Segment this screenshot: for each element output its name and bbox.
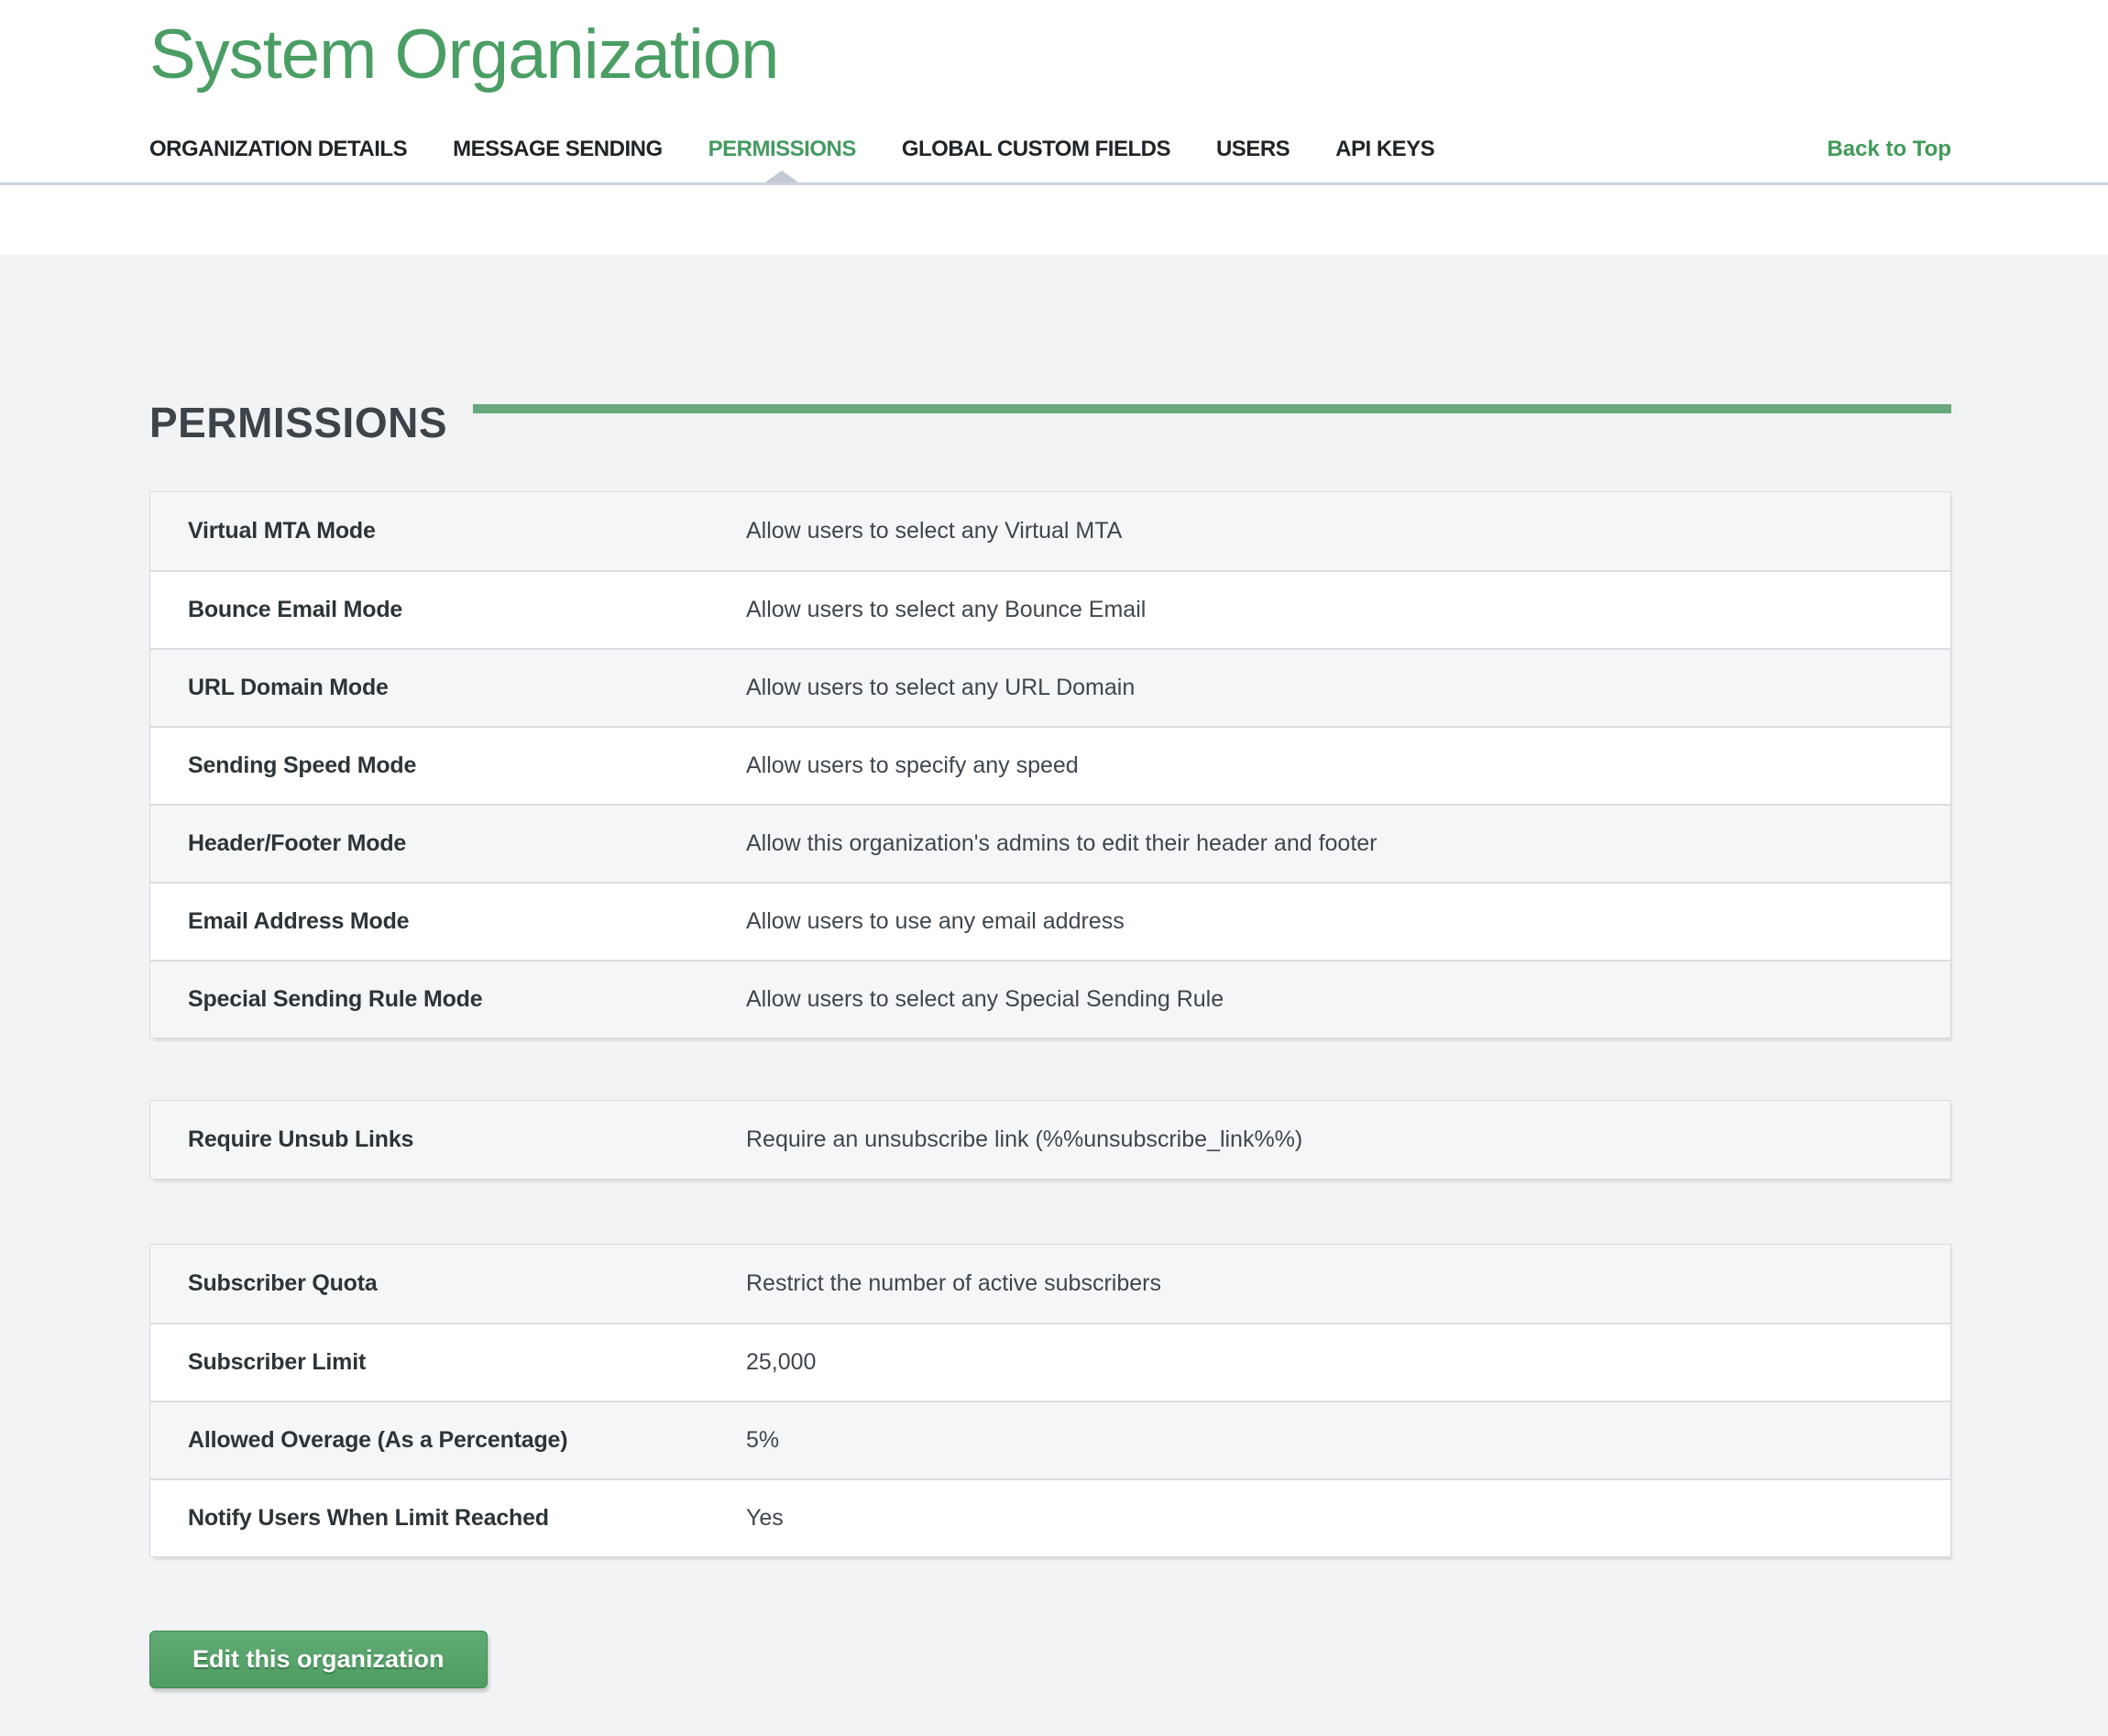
row-label: Virtual MTA Mode — [150, 518, 746, 544]
row-label: Header/Footer Mode — [150, 830, 746, 857]
row-value: Allow users to specify any speed — [746, 753, 1950, 779]
tab-permissions[interactable]: PERMISSIONS — [708, 134, 856, 165]
row-value: Allow users to select any URL Domain — [746, 675, 1950, 701]
back-to-top-link[interactable]: Back to Top — [1827, 134, 1951, 165]
row-label: Special Sending Rule Mode — [150, 986, 746, 1013]
header-divider — [0, 182, 2108, 185]
unsub-links-table: Require Unsub LinksRequire an unsubscrib… — [149, 1100, 1951, 1180]
table-row: Sending Speed ModeAllow users to specify… — [150, 726, 1950, 804]
tab-users[interactable]: USERS — [1216, 134, 1290, 165]
page-title: System Organization — [149, 18, 778, 92]
active-tab-caret-icon — [765, 170, 798, 182]
table-row: Subscriber QuotaRestrict the number of a… — [150, 1245, 1950, 1323]
row-label: Subscriber Limit — [150, 1349, 746, 1376]
row-value: Allow users to use any email address — [746, 908, 1950, 935]
tab-organization-details[interactable]: ORGANIZATION DETAILS — [149, 134, 407, 165]
table-row: Header/Footer ModeAllow this organizatio… — [150, 804, 1950, 882]
table-row: URL Domain ModeAllow users to select any… — [150, 648, 1950, 726]
row-value: Allow users to select any Special Sendin… — [746, 986, 1950, 1013]
row-label: Bounce Email Mode — [150, 597, 746, 623]
main-content: PERMISSIONS Virtual MTA ModeAllow users … — [0, 255, 2108, 1688]
row-label: Email Address Mode — [150, 908, 746, 935]
row-label: Sending Speed Mode — [150, 753, 746, 779]
permission-modes-table: Virtual MTA ModeAllow users to select an… — [149, 491, 1951, 1038]
row-label: Subscriber Quota — [150, 1270, 746, 1297]
row-value: Require an unsubscribe link (%%unsubscri… — [746, 1126, 1950, 1153]
table-row: Special Sending Rule ModeAllow users to … — [150, 960, 1950, 1038]
subscriber-quota-table: Subscriber QuotaRestrict the number of a… — [149, 1244, 1951, 1557]
table-row: Require Unsub LinksRequire an unsubscrib… — [150, 1101, 1950, 1179]
page-header: System Organization ORGANIZATION DETAILS… — [0, 0, 2108, 255]
table-row: Notify Users When Limit ReachedYes — [150, 1478, 1950, 1556]
heading-accent-bar — [473, 404, 1951, 413]
tab-message-sending[interactable]: MESSAGE SENDING — [453, 134, 663, 165]
table-row: Email Address ModeAllow users to use any… — [150, 882, 1950, 960]
row-value: Restrict the number of active subscriber… — [746, 1270, 1950, 1297]
table-row: Allowed Overage (As a Percentage)5% — [150, 1401, 1950, 1478]
tab-global-custom-fields[interactable]: GLOBAL CUSTOM FIELDS — [902, 134, 1170, 165]
table-row: Bounce Email ModeAllow users to select a… — [150, 570, 1950, 648]
row-value: Allow this organization's admins to edit… — [746, 830, 1950, 857]
row-value: 5% — [746, 1427, 1950, 1454]
row-value: Yes — [746, 1505, 1950, 1532]
section-heading: PERMISSIONS — [149, 401, 447, 444]
row-label: Notify Users When Limit Reached — [150, 1505, 746, 1532]
table-row: Virtual MTA ModeAllow users to select an… — [150, 492, 1950, 570]
edit-organization-button[interactable]: Edit this organization — [149, 1631, 488, 1688]
tab-api-keys[interactable]: API KEYS — [1335, 134, 1434, 165]
row-label: Require Unsub Links — [150, 1126, 746, 1153]
row-label: Allowed Overage (As a Percentage) — [150, 1427, 746, 1454]
table-row: Subscriber Limit25,000 — [150, 1323, 1950, 1401]
row-value: Allow users to select any Virtual MTA — [746, 518, 1950, 544]
row-label: URL Domain Mode — [150, 675, 746, 701]
section-heading-row: PERMISSIONS — [149, 401, 1951, 444]
row-value: 25,000 — [746, 1349, 1950, 1376]
row-value: Allow users to select any Bounce Email — [746, 597, 1950, 623]
tab-bar: ORGANIZATION DETAILS MESSAGE SENDING PERMI… — [149, 134, 1951, 165]
tables-region: Virtual MTA ModeAllow users to select an… — [149, 491, 1951, 1557]
